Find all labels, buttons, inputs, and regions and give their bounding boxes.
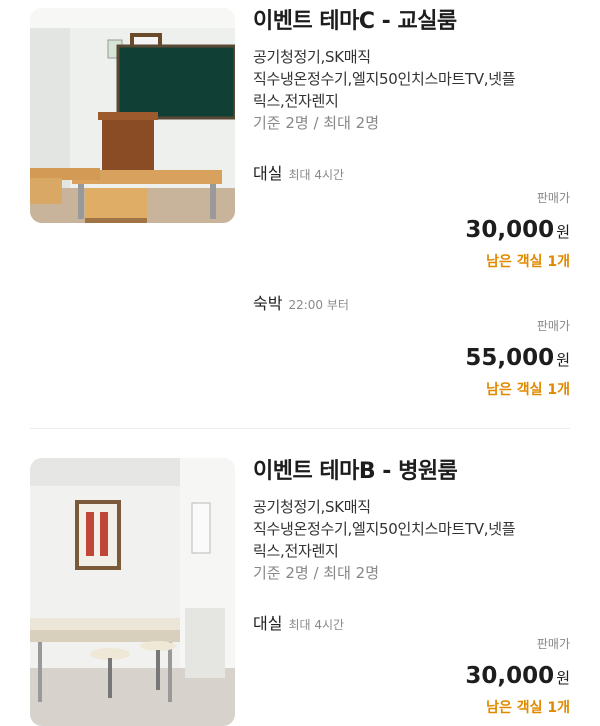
amenity-line: 릭스,전자렌지 [253, 92, 339, 110]
amenity-line: 릭스,전자렌지 [253, 542, 339, 560]
amenity-line: 공기청정기,SK매직 [253, 48, 371, 66]
remaining-rooms: 남은 객실 1개 [486, 254, 570, 270]
price-caption: 판매가 [536, 637, 570, 651]
room-card[interactable]: 이벤트 테마B - 병원룸 공기청정기,SK매직 직수냉온정수기,엘지50인치스… [0, 450, 600, 726]
remaining-rooms: 남은 객실 1개 [486, 382, 570, 398]
price-caption: 판매가 [536, 191, 570, 205]
option-label: 대실 [253, 164, 283, 183]
amenities: 공기청정기,SK매직 직수냉온정수기,엘지50인치스마트TV,넷플 릭스,전자렌… [253, 496, 583, 562]
capacity: 기준 2명 / 최대 2명 [253, 564, 380, 582]
room-photo[interactable] [30, 458, 235, 726]
price: 30,000 원 [370, 214, 570, 248]
currency: 원 [556, 669, 570, 687]
price-caption: 판매가 [536, 319, 570, 333]
option-subtext: 22:00 부터 [288, 298, 349, 312]
price-amount: 55,000 [465, 345, 555, 371]
option-dayuse[interactable]: 대실 최대 4시간 [253, 610, 344, 634]
remaining-rooms: 남은 객실 1개 [486, 700, 570, 716]
room-title: 이벤트 테마B - 병원룸 [253, 459, 458, 484]
option-dayuse[interactable]: 대실 최대 4시간 [253, 160, 344, 184]
price: 30,000 원 [370, 660, 570, 694]
amenities: 공기청정기,SK매직 직수냉온정수기,엘지50인치스마트TV,넷플 릭스,전자렌… [253, 46, 583, 112]
price: 55,000 원 [370, 342, 570, 376]
option-subtext: 최대 4시간 [288, 168, 345, 182]
price-amount: 30,000 [465, 217, 555, 243]
currency: 원 [556, 351, 570, 369]
price-amount: 30,000 [465, 663, 555, 689]
amenity-line: 공기청정기,SK매직 [253, 498, 371, 516]
price-block[interactable]: 판매가 30,000 원 남은 객실 1개 [370, 190, 570, 272]
amenity-line: 직수냉온정수기,엘지50인치스마트TV,넷플 [253, 520, 516, 538]
price-block[interactable]: 판매가 55,000 원 남은 객실 1개 [370, 318, 570, 400]
room-card[interactable]: 이벤트 테마C - 교실룸 공기청정기,SK매직 직수냉온정수기,엘지50인치스… [0, 0, 600, 430]
option-subtext: 최대 4시간 [288, 618, 345, 632]
currency: 원 [556, 223, 570, 241]
room-title: 이벤트 테마C - 교실룸 [253, 9, 457, 34]
section-divider [30, 428, 570, 429]
price-block[interactable]: 판매가 30,000 원 남은 객실 1개 [370, 636, 570, 718]
option-overnight[interactable]: 숙박 22:00 부터 [253, 290, 349, 314]
capacity: 기준 2명 / 최대 2명 [253, 114, 380, 132]
option-label: 대실 [253, 614, 283, 633]
room-photo[interactable] [30, 8, 235, 223]
option-label: 숙박 [253, 294, 283, 313]
amenity-line: 직수냉온정수기,엘지50인치스마트TV,넷플 [253, 70, 516, 88]
